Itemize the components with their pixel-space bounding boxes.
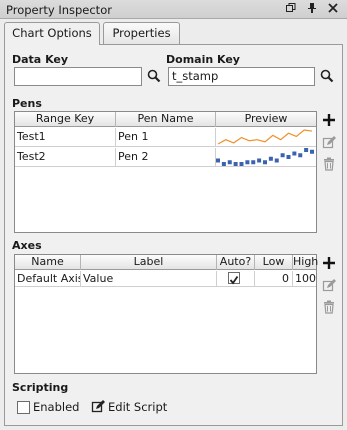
sparkline-marker <box>310 149 314 154</box>
edit-axis-icon[interactable] <box>322 279 336 293</box>
column-header-pen-name[interactable]: Pen Name <box>116 112 216 127</box>
add-pen-icon[interactable] <box>322 113 336 127</box>
domain-key-label: Domain Key <box>166 53 240 66</box>
column-header-low[interactable]: Low <box>255 255 293 270</box>
domain-key-input[interactable]: t_stamp <box>168 67 315 86</box>
pen-name-cell: Pen 2 <box>116 148 216 167</box>
tab-properties[interactable]: Properties <box>103 22 180 44</box>
pens-table: Range Key Pen Name Preview Test1 Pen 1 T… <box>14 111 317 233</box>
checkmark-icon <box>229 275 239 285</box>
data-key-label: Data Key <box>12 53 69 66</box>
pen-preview-cell <box>216 148 316 167</box>
domain-key-search-icon[interactable] <box>320 69 334 83</box>
sparkline-marker <box>227 160 232 165</box>
sparkline-marker <box>298 153 303 158</box>
sparkline-marker <box>239 162 244 166</box>
scripting-enabled-checkbox[interactable] <box>17 401 30 414</box>
column-header-label[interactable]: Label <box>81 255 217 270</box>
sparkline-marker <box>268 156 273 161</box>
tab-chart-options[interactable]: Chart Options <box>4 22 100 45</box>
axis-auto-cell <box>217 271 255 287</box>
scripting-section-label: Scripting <box>12 381 69 394</box>
pens-section-label: Pens <box>12 97 42 110</box>
column-header-high[interactable]: High <box>293 255 318 270</box>
sparkline-marker <box>221 162 226 166</box>
column-header-preview[interactable]: Preview <box>216 112 316 127</box>
sparkline-marker <box>216 158 220 163</box>
pen-2-preview-sparkline <box>216 148 314 166</box>
close-icon[interactable] <box>326 2 340 16</box>
scripting-enabled-label[interactable]: Enabled <box>33 400 79 414</box>
delete-axis-icon[interactable] <box>322 300 336 314</box>
axis-auto-checkbox[interactable] <box>228 272 240 285</box>
add-axis-icon[interactable] <box>322 256 336 270</box>
pen-name-cell: Pen 1 <box>116 128 216 147</box>
title-bar: Property Inspector <box>0 0 347 19</box>
axes-section-label: Axes <box>12 239 42 252</box>
sparkline-marker <box>233 162 238 166</box>
axis-label-cell: Value <box>81 271 217 287</box>
axis-name-cell: Default Axis <box>17 271 81 287</box>
sparkline-marker <box>257 158 262 163</box>
table-row[interactable]: Default Axis Value 0 100 <box>15 271 316 287</box>
edit-script-link[interactable]: Edit Script <box>108 400 167 414</box>
delete-pen-icon[interactable] <box>322 157 336 171</box>
sparkline-marker <box>251 160 256 165</box>
axes-table-header: Name Label Auto? Low High <box>15 255 318 270</box>
restore-icon[interactable] <box>284 2 298 16</box>
range-key-cell: Test2 <box>15 148 116 167</box>
pen-1-preview-sparkline <box>217 129 313 145</box>
pens-table-header: Range Key Pen Name Preview <box>15 112 316 127</box>
column-header-name[interactable]: Name <box>15 255 81 270</box>
sparkline-marker <box>286 155 291 159</box>
data-key-input[interactable] <box>14 67 142 86</box>
column-header-range-key[interactable]: Range Key <box>15 112 116 127</box>
edit-pen-icon[interactable] <box>322 136 336 150</box>
range-key-cell: Test1 <box>15 128 116 147</box>
pin-icon[interactable] <box>305 2 319 16</box>
axes-table: Name Label Auto? Low High Default Axis V… <box>14 254 318 374</box>
sparkline-line <box>217 129 313 145</box>
sparkline-marker <box>304 148 309 152</box>
column-header-auto[interactable]: Auto? <box>217 255 255 270</box>
axis-low-cell: 0 <box>255 271 293 287</box>
sparkline-marker <box>263 160 267 165</box>
window-title: Property Inspector <box>6 3 112 17</box>
sparkline-marker <box>274 158 279 163</box>
data-key-search-icon[interactable] <box>147 69 161 83</box>
edit-script-icon[interactable] <box>91 400 105 414</box>
table-row[interactable]: Test2 Pen 2 <box>15 148 316 167</box>
pen-preview-cell <box>216 128 316 147</box>
sparkline-marker <box>292 151 297 156</box>
axis-high-cell: 100 <box>295 272 316 285</box>
table-row[interactable]: Test1 Pen 1 <box>15 128 316 147</box>
sparkline-marker <box>280 153 285 158</box>
sparkline-marker <box>245 160 250 165</box>
